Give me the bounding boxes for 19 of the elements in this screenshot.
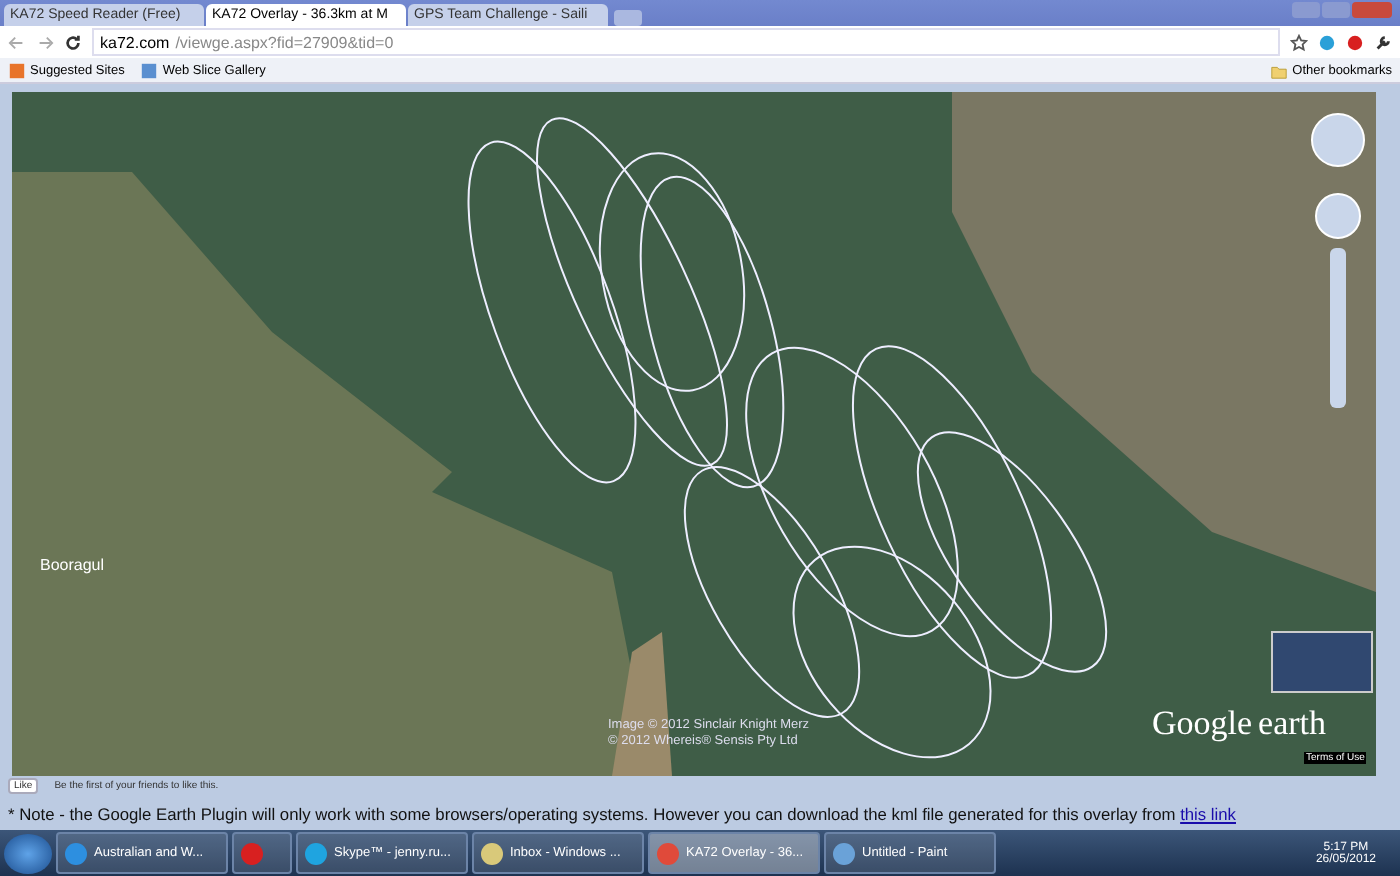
note-text: * Note - the Google Earth Plugin will only work with some browsers/operating systems. However you can download the kml file generated for this overlay from this link: [6, 802, 1238, 828]
back-icon[interactable]: [8, 33, 26, 51]
forward-icon[interactable]: [36, 33, 54, 51]
navigation-control[interactable]: [1311, 113, 1365, 408]
start-button[interactable]: [4, 833, 52, 873]
new-tab-button[interactable]: [614, 10, 642, 26]
place-label: Booragul: [40, 556, 105, 574]
world-map-thumbnail: [1271, 631, 1373, 693]
star-icon[interactable]: [1290, 33, 1308, 51]
reload-icon[interactable]: [64, 33, 82, 51]
kml-link[interactable]: this link: [1180, 804, 1236, 824]
bookmark-icon: [8, 61, 26, 79]
address-bar[interactable]: ka72.com /viewge.aspx?fid=27909&tid=0: [92, 28, 1280, 56]
taskbar-item[interactable]: [232, 832, 292, 874]
satellite-map[interactable]: [12, 92, 1376, 776]
logo-text: earth: [1258, 704, 1327, 744]
logo-text: Google: [1152, 704, 1253, 744]
bookmark-icon: [140, 61, 159, 79]
wrench-icon[interactable]: [1374, 33, 1392, 51]
